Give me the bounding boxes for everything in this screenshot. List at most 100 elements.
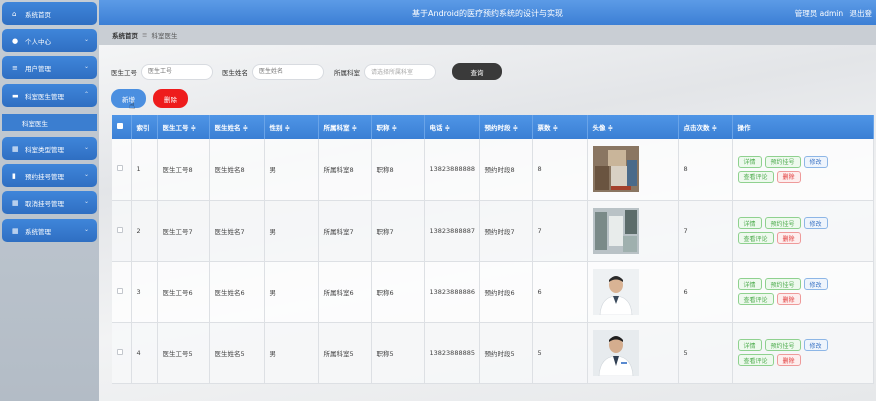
row-delete-button[interactable]: 删除 bbox=[776, 293, 801, 305]
cell-avatar bbox=[587, 139, 679, 201]
cell-index: 4 bbox=[131, 322, 158, 384]
row-checkbox[interactable] bbox=[112, 261, 132, 323]
doctor-name-input[interactable] bbox=[252, 63, 324, 80]
dept-select-placeholder: 请选择所属科室 bbox=[371, 69, 414, 76]
cell-index: 2 bbox=[131, 200, 158, 262]
user-icon: ● bbox=[12, 36, 19, 45]
cell-gender: 男 bbox=[264, 139, 319, 201]
detail-button[interactable]: 详情 bbox=[737, 278, 762, 290]
admin-label: 管理员 admin bbox=[794, 9, 844, 18]
card-icon: ▬ bbox=[12, 91, 19, 100]
cell-doctor-name: 医生姓名6 bbox=[209, 261, 265, 323]
view-comments-button[interactable]: 查看评论 bbox=[737, 354, 774, 366]
breadcrumb-home[interactable]: 系统首页 bbox=[112, 30, 138, 40]
row-checkbox[interactable] bbox=[112, 322, 132, 384]
cell-period: 预约时段7 bbox=[479, 200, 533, 262]
chevron-down-icon: ⌄ bbox=[83, 198, 89, 205]
cell-gender: 男 bbox=[264, 200, 319, 262]
table-row: 2 医生工号7 医生姓名7 男 所属科室7 职称7 13823888887 预约… bbox=[112, 200, 874, 262]
cell-period: 预约时段8 bbox=[479, 139, 533, 201]
row-checkbox[interactable] bbox=[112, 200, 132, 262]
doctor-no-input[interactable] bbox=[141, 63, 213, 80]
sidebar-item-system[interactable]: ▦ 系统管理 ⌄ bbox=[2, 219, 97, 242]
cell-doctor-name: 医生姓名5 bbox=[209, 322, 265, 384]
sidebar-item-users[interactable]: ≡ 用户管理 ⌄ bbox=[2, 56, 97, 79]
cell-operations: 详情 预约挂号 修改 查看评论 删除 bbox=[732, 322, 874, 384]
sidebar-item-appointments[interactable]: ▮ 预约挂号管理 ⌄ bbox=[2, 164, 97, 187]
sidebar-subitem-doctors[interactable]: 科室医生 bbox=[2, 114, 97, 131]
grid-icon: ▦ bbox=[12, 226, 19, 235]
breadcrumb-current: 科室医生 bbox=[151, 32, 178, 40]
cell-doctor-no: 医生工号5 bbox=[157, 322, 210, 384]
doctor-name-label: 医生姓名 bbox=[222, 68, 248, 77]
column-header[interactable]: 性别 ≑ bbox=[264, 115, 319, 139]
cell-period: 预约时段6 bbox=[479, 261, 533, 323]
cell-doctor-name: 医生姓名8 bbox=[209, 139, 265, 201]
doctor-photo bbox=[592, 329, 639, 376]
cell-doctor-name: 医生姓名7 bbox=[209, 200, 265, 262]
detail-button[interactable]: 详情 bbox=[737, 217, 762, 229]
search-bar: 医生工号 医生姓名 所属科室 请选择所属科室 查询 bbox=[111, 63, 502, 80]
column-header[interactable]: 票数 ≑ bbox=[532, 115, 588, 139]
delete-button[interactable]: 删除 bbox=[153, 89, 188, 108]
column-header[interactable]: 头像 ≑ bbox=[587, 115, 679, 139]
top-header: 基于Android的医疗预约系统的设计与实现 管理员 admin 退出登 bbox=[99, 0, 876, 25]
cell-index: 1 bbox=[131, 139, 158, 201]
book-button[interactable]: 预约挂号 bbox=[764, 278, 801, 290]
column-header[interactable]: 点击次数 ≑ bbox=[678, 115, 733, 139]
doctors-table: 索引 医生工号 ≑ 医生姓名 ≑ 性别 ≑ 所属科室 ≑ 职称 ≑ 电话 ≑ 预… bbox=[112, 115, 874, 384]
row-checkbox[interactable] bbox=[112, 139, 132, 201]
cell-clicks: 5 bbox=[678, 322, 733, 384]
view-comments-button[interactable]: 查看评论 bbox=[737, 232, 774, 244]
edit-button[interactable]: 修改 bbox=[803, 278, 828, 290]
view-comments-button[interactable]: 查看评论 bbox=[737, 293, 774, 305]
row-delete-button[interactable]: 删除 bbox=[776, 170, 801, 183]
sidebar-item-dept-types[interactable]: ▦ 科室类型管理 ⌄ bbox=[2, 137, 97, 160]
detail-button[interactable]: 详情 bbox=[737, 339, 762, 351]
detail-button[interactable]: 详情 bbox=[737, 155, 762, 168]
column-header: 索引 bbox=[131, 115, 158, 139]
cell-avatar bbox=[587, 261, 679, 323]
sidebar-item-profile[interactable]: ● 个人中心 ⌄ bbox=[2, 29, 97, 52]
table-header-row: 索引 医生工号 ≑ 医生姓名 ≑ 性别 ≑ 所属科室 ≑ 职称 ≑ 电话 ≑ 预… bbox=[112, 115, 874, 139]
view-comments-button[interactable]: 查看评论 bbox=[737, 170, 774, 183]
book-button[interactable]: 预约挂号 bbox=[764, 217, 801, 229]
row-delete-button[interactable]: 删除 bbox=[776, 354, 801, 366]
logout-link[interactable]: 退出登 bbox=[850, 9, 873, 18]
cell-avatar bbox=[587, 200, 679, 262]
sidebar-item-label: 预约挂号管理 bbox=[25, 172, 64, 181]
column-header[interactable]: 电话 ≑ bbox=[424, 115, 480, 139]
column-header[interactable]: 医生姓名 ≑ bbox=[209, 115, 265, 139]
sidebar-item-label: 系统首页 bbox=[25, 10, 51, 19]
edit-button[interactable]: 修改 bbox=[803, 217, 828, 229]
cell-dept: 所属科室8 bbox=[318, 139, 372, 201]
doctor-photo bbox=[592, 146, 639, 193]
cell-doctor-no: 医生工号7 bbox=[157, 200, 210, 262]
cell-phone: 13823888885 bbox=[424, 322, 480, 384]
sidebar-item-home[interactable]: ⌂ 系统首页 bbox=[2, 2, 97, 25]
dept-select[interactable]: 请选择所属科室 bbox=[364, 63, 436, 80]
sidebar-item-cancellations[interactable]: ▦ 取消挂号管理 ⌄ bbox=[2, 191, 97, 214]
cell-tickets: 7 bbox=[532, 200, 588, 262]
column-header[interactable]: 职称 ≑ bbox=[371, 115, 425, 139]
row-delete-button[interactable]: 删除 bbox=[776, 232, 801, 244]
column-header[interactable]: 预约时段 ≑ bbox=[479, 115, 533, 139]
cell-gender: 男 bbox=[264, 322, 319, 384]
cell-title: 职称7 bbox=[371, 200, 425, 262]
sidebar-subitem-label: 科室医生 bbox=[22, 119, 48, 128]
edit-button[interactable]: 修改 bbox=[803, 155, 828, 168]
sidebar-item-label: 科室医生管理 bbox=[25, 92, 64, 101]
select-all-checkbox[interactable] bbox=[112, 115, 132, 139]
cell-dept: 所属科室6 bbox=[318, 261, 372, 323]
home-icon: ⌂ bbox=[12, 9, 17, 18]
chevron-down-icon: ⌄ bbox=[83, 226, 89, 233]
edit-button[interactable]: 修改 bbox=[803, 339, 828, 351]
book-button[interactable]: 预约挂号 bbox=[764, 155, 801, 168]
sidebar-item-doctors[interactable]: ▬ 科室医生管理 ⌃ bbox=[2, 84, 97, 107]
search-button[interactable]: 查询 bbox=[452, 63, 502, 80]
chevron-down-icon: ⌄ bbox=[83, 63, 89, 70]
column-header[interactable]: 医生工号 ≑ bbox=[157, 115, 210, 139]
book-button[interactable]: 预约挂号 bbox=[764, 339, 801, 351]
column-header[interactable]: 所属科室 ≑ bbox=[318, 115, 372, 139]
grid-icon: ▦ bbox=[12, 144, 19, 153]
